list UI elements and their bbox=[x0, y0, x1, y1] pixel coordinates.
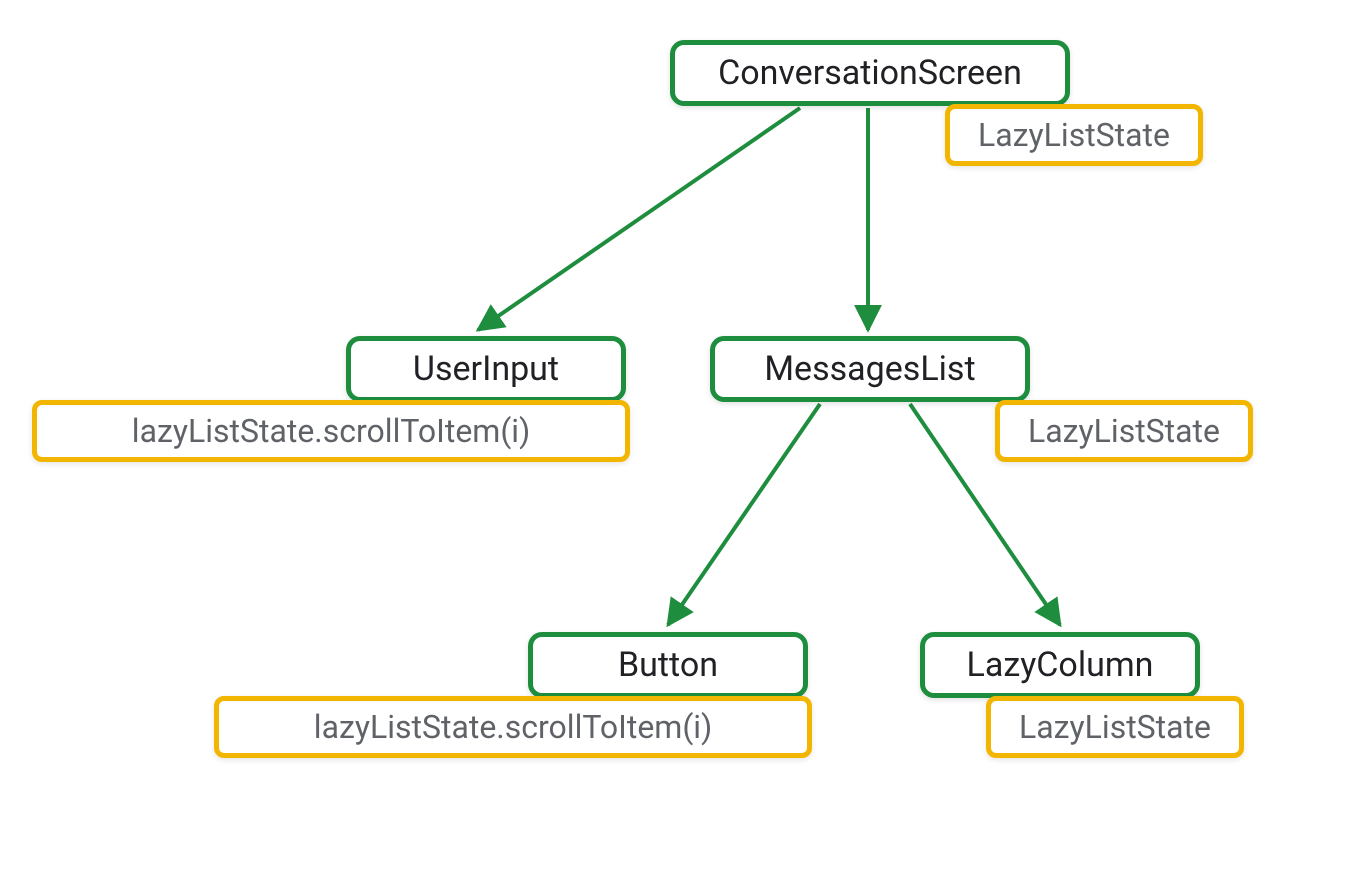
edge-conv-to-userinput bbox=[478, 108, 800, 330]
annot-lazy-column-state: LazyListState bbox=[986, 696, 1244, 758]
annot-conversation-state: LazyListState bbox=[945, 104, 1203, 166]
edge-messages-to-button bbox=[668, 404, 820, 625]
node-messages-list: MessagesList bbox=[710, 336, 1030, 402]
annot-button-action: lazyListState.scrollToItem(i) bbox=[214, 696, 812, 758]
node-conversation-screen: ConversationScreen bbox=[670, 40, 1070, 106]
annot-user-input-action: lazyListState.scrollToItem(i) bbox=[32, 400, 630, 462]
node-user-input: UserInput bbox=[346, 336, 626, 402]
annot-messages-state: LazyListState bbox=[995, 400, 1253, 462]
node-lazy-column: LazyColumn bbox=[920, 632, 1200, 698]
node-button: Button bbox=[528, 632, 808, 698]
diagram-canvas: ConversationScreen LazyListState UserInp… bbox=[0, 0, 1348, 880]
